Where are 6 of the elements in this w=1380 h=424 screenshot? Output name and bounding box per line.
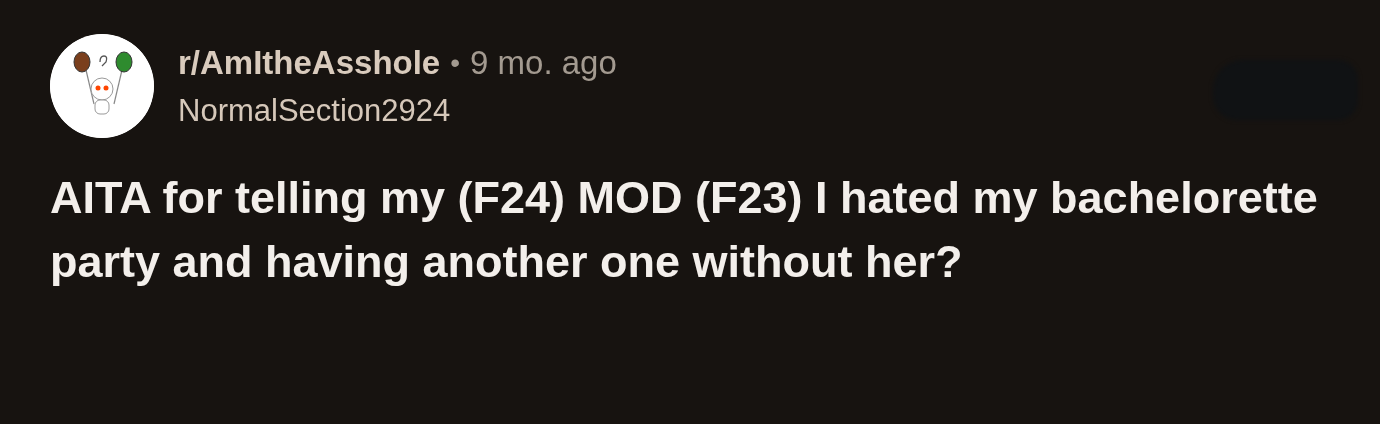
separator-dot: • — [450, 45, 461, 80]
post-time: 9 mo. ago — [470, 43, 617, 83]
avatar-icon — [50, 34, 154, 138]
subreddit-link[interactable]: r/AmItheAsshole — [178, 38, 441, 88]
author-name[interactable]: NormalSection2924 — [178, 87, 617, 134]
post-title: AITA for telling my (F24) MOD (F23) I hated my bachelorette party and having another one without her? — [50, 171, 1319, 289]
